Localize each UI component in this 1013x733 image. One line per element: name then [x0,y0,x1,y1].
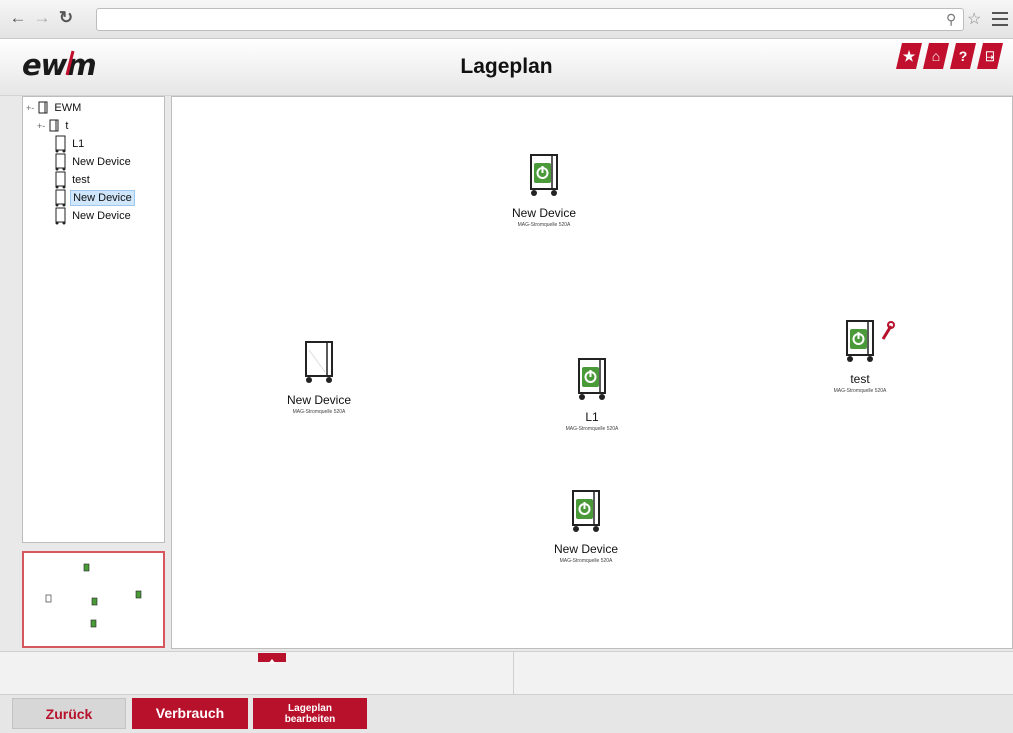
welding-device-icon [55,135,66,153]
device-node[interactable]: test MAG-Stromquelle 520A [795,319,925,394]
wrench-service-icon [881,321,895,340]
back-button[interactable]: Zurück [12,698,126,729]
detail-panel [0,651,1013,695]
edit-label-line1: Lageplan [288,703,332,714]
consumption-button[interactable]: Verbrauch [132,698,248,729]
address-bar[interactable] [96,8,964,31]
caret-up-icon [268,659,276,664]
star-icon: ★ [902,48,916,64]
browser-menu-icon[interactable] [992,9,1008,27]
device-node[interactable]: L1 MAG-Stromquelle 520A [527,357,657,432]
welding-device-icon [55,153,66,171]
forward-arrow-icon[interactable]: → [32,8,52,28]
favorites-button[interactable]: ★ [896,43,922,69]
device-node[interactable]: New Device MAG-Stromquelle 520A [521,489,651,564]
tree-item-device[interactable]: New Device [23,153,164,171]
collapse-icon[interactable]: +- [37,121,45,131]
logout-button[interactable]: ⍈ [977,43,1003,69]
help-icon: ? [958,48,968,64]
tree-item-device[interactable]: New Device [23,207,164,225]
tree-item-device-selected[interactable]: New Device [23,189,164,207]
cabinet-icon [38,101,48,114]
site-plan-canvas[interactable]: New Device MAG-Stromquelle 520A New Devi… [171,96,1013,649]
tree-node-group[interactable]: +- t [23,117,164,135]
tree-node-root[interactable]: +- EWM [23,99,164,117]
welding-device-on-icon [572,490,600,532]
help-button[interactable]: ? [950,43,976,69]
back-arrow-icon[interactable]: ← [8,8,28,28]
panel-divider [513,652,514,694]
device-node[interactable]: New Device MAG-Stromquelle 520A [254,340,384,415]
zoom-icon[interactable]: ⚲ [946,11,956,28]
overview-minimap[interactable] [22,551,165,648]
reload-icon[interactable]: ↻ [56,8,76,28]
bookmark-star-icon[interactable]: ☆ [967,9,981,29]
device-node[interactable]: New Device MAG-Stromquelle 520A [479,153,609,228]
home-icon: ⌂ [931,48,941,64]
welding-device-on-icon [578,358,606,400]
edit-label-line2: bearbeiten [284,714,336,725]
device-tree: +- EWM +- t L1 New Device test New Devic… [22,96,165,543]
welding-device-icon [55,171,66,189]
welding-device-icon [55,189,66,207]
welding-device-on-icon [846,320,874,362]
exit-icon: ⍈ [985,48,995,64]
page-title: Lageplan [460,55,553,78]
tree-item-device[interactable]: L1 [23,135,164,153]
edit-site-plan-button[interactable]: Lageplan bearbeiten [253,698,367,729]
welding-device-on-icon [530,154,558,196]
minimap-devices [45,563,142,628]
collapse-icon[interactable]: +- [26,103,34,113]
tree-item-device[interactable]: test [23,171,164,189]
welding-device-icon [55,207,66,225]
cabinet-icon [49,119,59,132]
home-button[interactable]: ⌂ [923,43,949,69]
welding-device-off-icon [305,341,333,383]
expand-panel-button[interactable] [258,653,286,664]
